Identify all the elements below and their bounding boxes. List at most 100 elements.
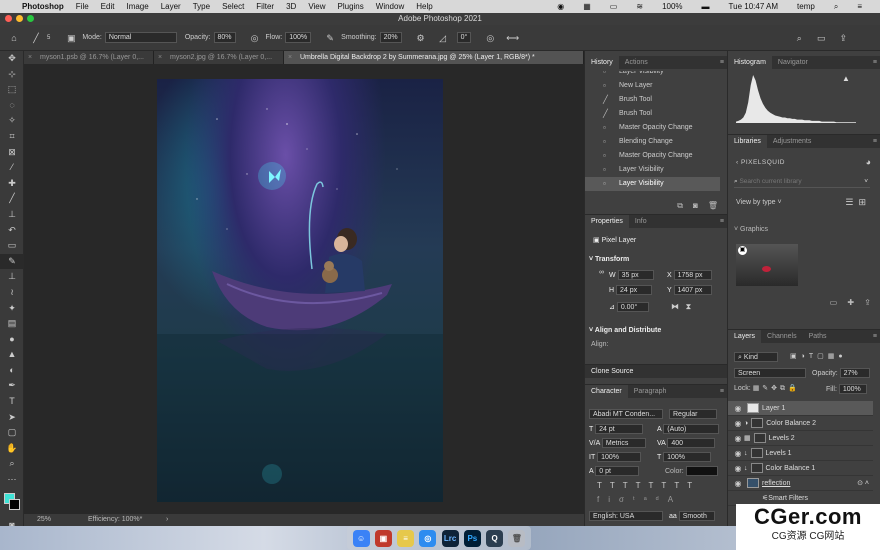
- type-tool-icon[interactable]: T: [0, 394, 24, 410]
- document-image[interactable]: [157, 79, 443, 502]
- stamp-tool-icon[interactable]: ⊥: [0, 269, 24, 285]
- spot-healing-tool-icon[interactable]: ✦: [0, 301, 24, 317]
- pressure-size-icon[interactable]: ◎: [484, 32, 496, 44]
- tab-paths[interactable]: Paths: [803, 330, 833, 343]
- tab-adjustments[interactable]: Adjustments: [767, 135, 818, 148]
- width-field[interactable]: 35 px: [617, 270, 654, 280]
- blur-tool-icon[interactable]: ●: [0, 332, 24, 348]
- layer-filter-icons[interactable]: ▣◑T▢▦●: [790, 352, 847, 360]
- panel-menu-icon[interactable]: ≡: [720, 56, 724, 69]
- tab-history[interactable]: History: [585, 56, 619, 69]
- tab-actions[interactable]: Actions: [619, 56, 654, 69]
- text-style-buttons[interactable]: TTTTTTTT: [597, 481, 700, 490]
- history-item[interactable]: ▫ Master Opacity Change: [585, 121, 720, 135]
- history-item[interactable]: ▫ Master Opacity Change: [585, 149, 720, 163]
- photoshop-icon[interactable]: Ps: [463, 529, 481, 547]
- tab-channels[interactable]: Channels: [761, 330, 803, 343]
- history-item[interactable]: ╱ Brush Tool: [585, 107, 720, 121]
- flow-field[interactable]: 100%: [285, 32, 312, 43]
- photo-booth-icon[interactable]: ▣: [374, 529, 392, 547]
- eye-icon[interactable]: ◉: [732, 476, 744, 491]
- vertical-scale-field[interactable]: 100%: [597, 452, 642, 462]
- kerning-field[interactable]: Metrics: [601, 438, 646, 448]
- lasso-tool-icon[interactable]: ◌: [0, 98, 24, 114]
- layer-row[interactable]: ◉ ◑ Color Balance 2: [728, 416, 873, 431]
- tab-info[interactable]: Info: [629, 215, 653, 228]
- record-icon[interactable]: ◉: [557, 2, 564, 11]
- zoom-window-button[interactable]: [27, 15, 34, 22]
- healing-brush-tool-icon[interactable]: ✚: [0, 176, 24, 192]
- layer-row[interactable]: ◉ ↓ Color Balance 1: [728, 461, 873, 476]
- background-color-swatch[interactable]: [9, 498, 20, 510]
- symmetry-icon[interactable]: ⟷: [506, 32, 519, 44]
- trash-icon[interactable]: 🗑: [508, 529, 526, 547]
- history-item[interactable]: ▫ Layer Visibility: [585, 71, 720, 79]
- layer-opacity-field[interactable]: 27%: [839, 368, 870, 378]
- pen-tool-icon[interactable]: ✒: [0, 378, 24, 394]
- move-tool-icon[interactable]: ✥: [0, 51, 24, 67]
- eraser-tool-icon[interactable]: ▭: [0, 238, 24, 254]
- height-field[interactable]: 24 px: [616, 285, 653, 295]
- tab-myson2[interactable]: × myson2.jpg @ 16.7% (Layer 0,...: [154, 51, 284, 64]
- history-item-selected[interactable]: ▫ Layer Visibility: [585, 177, 720, 191]
- tab-umbrella[interactable]: × Umbrella Digital Backdrop 2 by Summeran…: [284, 51, 584, 64]
- graphic-thumbnail[interactable]: ▣: [736, 244, 798, 286]
- layer-filter-select[interactable]: ⌕ Kind: [734, 352, 778, 362]
- library-name[interactable]: ‹ PIXELSQUID: [736, 159, 785, 166]
- layer-row[interactable]: ◉ reflection ⊙ ˄: [728, 476, 873, 491]
- home-icon[interactable]: ⌂: [8, 32, 20, 44]
- flip-vertical-icon[interactable]: ⧗: [686, 302, 692, 311]
- quicktime-icon[interactable]: Q: [486, 529, 504, 547]
- brush-tool-icon[interactable]: ╱: [0, 191, 24, 207]
- close-tab-icon[interactable]: ×: [28, 51, 32, 64]
- menu-plugins[interactable]: Plugins: [338, 2, 364, 11]
- layer-fill-field[interactable]: 100%: [838, 384, 867, 394]
- font-family-select[interactable]: Abadi MT Conden...: [589, 409, 663, 419]
- menu-file[interactable]: File: [76, 2, 89, 11]
- leading-field[interactable]: (Auto): [663, 424, 720, 434]
- artboard-tool-icon[interactable]: ⊹: [0, 67, 24, 83]
- menu-type[interactable]: Type: [193, 2, 210, 11]
- history-brush-tool-icon[interactable]: ↶: [0, 223, 24, 239]
- tab-paragraph[interactable]: Paragraph: [628, 385, 673, 398]
- smoothing-field[interactable]: 20%: [379, 32, 402, 43]
- eye-icon[interactable]: ◉: [732, 431, 744, 446]
- smoothing-options-icon[interactable]: ⚙: [415, 32, 427, 44]
- pressure-opacity-icon[interactable]: ◎: [249, 32, 261, 44]
- view-toggle-icons[interactable]: ☰⊞: [845, 197, 871, 208]
- tab-character[interactable]: Character: [585, 385, 628, 398]
- brush-preset-icon[interactable]: ╱: [30, 32, 42, 44]
- tracking-field[interactable]: 400: [667, 438, 716, 448]
- control-center-icon[interactable]: ≡: [857, 2, 862, 11]
- warning-icon[interactable]: ▲: [842, 74, 850, 83]
- horizontal-scale-field[interactable]: 100%: [663, 452, 712, 462]
- menu-3d[interactable]: 3D: [286, 2, 296, 11]
- quick-select-tool-icon[interactable]: ✧: [0, 113, 24, 129]
- x-field[interactable]: 1758 px: [673, 270, 712, 280]
- opacity-field[interactable]: 80%: [213, 32, 236, 43]
- eye-icon[interactable]: ◉: [732, 401, 744, 416]
- mode-select[interactable]: Normal: [104, 32, 177, 43]
- history-item[interactable]: ▫ Layer Visibility: [585, 163, 720, 177]
- hand-tool-icon[interactable]: ✋: [0, 441, 24, 457]
- wifi-icon[interactable]: ≋: [636, 2, 643, 11]
- eye-icon[interactable]: ◉: [732, 446, 744, 461]
- minimize-window-button[interactable]: [16, 15, 23, 22]
- snapshot-icon[interactable]: ◙: [693, 201, 698, 211]
- marquee-tool-icon[interactable]: ⬚: [0, 82, 24, 98]
- layer-row[interactable]: ◉ Layer 1: [728, 401, 873, 416]
- zoom-level[interactable]: 25%: [37, 514, 51, 526]
- eye-icon[interactable]: ◉: [732, 416, 744, 431]
- history-item[interactable]: ▫ Blending Change: [585, 135, 720, 149]
- panel-menu-icon[interactable]: ≡: [873, 135, 877, 148]
- y-field[interactable]: 1407 px: [673, 285, 712, 295]
- flip-horizontal-icon[interactable]: ⧓: [671, 302, 679, 311]
- tab-properties[interactable]: Properties: [585, 215, 629, 228]
- grid-icon[interactable]: ▦: [583, 2, 591, 11]
- notes-icon[interactable]: ≡: [397, 529, 415, 547]
- tab-libraries[interactable]: Libraries: [728, 135, 767, 148]
- edit-toolbar-icon[interactable]: ⋯: [0, 472, 24, 488]
- clone-source-panel[interactable]: Clone Source: [585, 364, 728, 378]
- language-select[interactable]: English: USA: [589, 511, 663, 521]
- sharpen-tool-icon[interactable]: ▲: [0, 347, 24, 363]
